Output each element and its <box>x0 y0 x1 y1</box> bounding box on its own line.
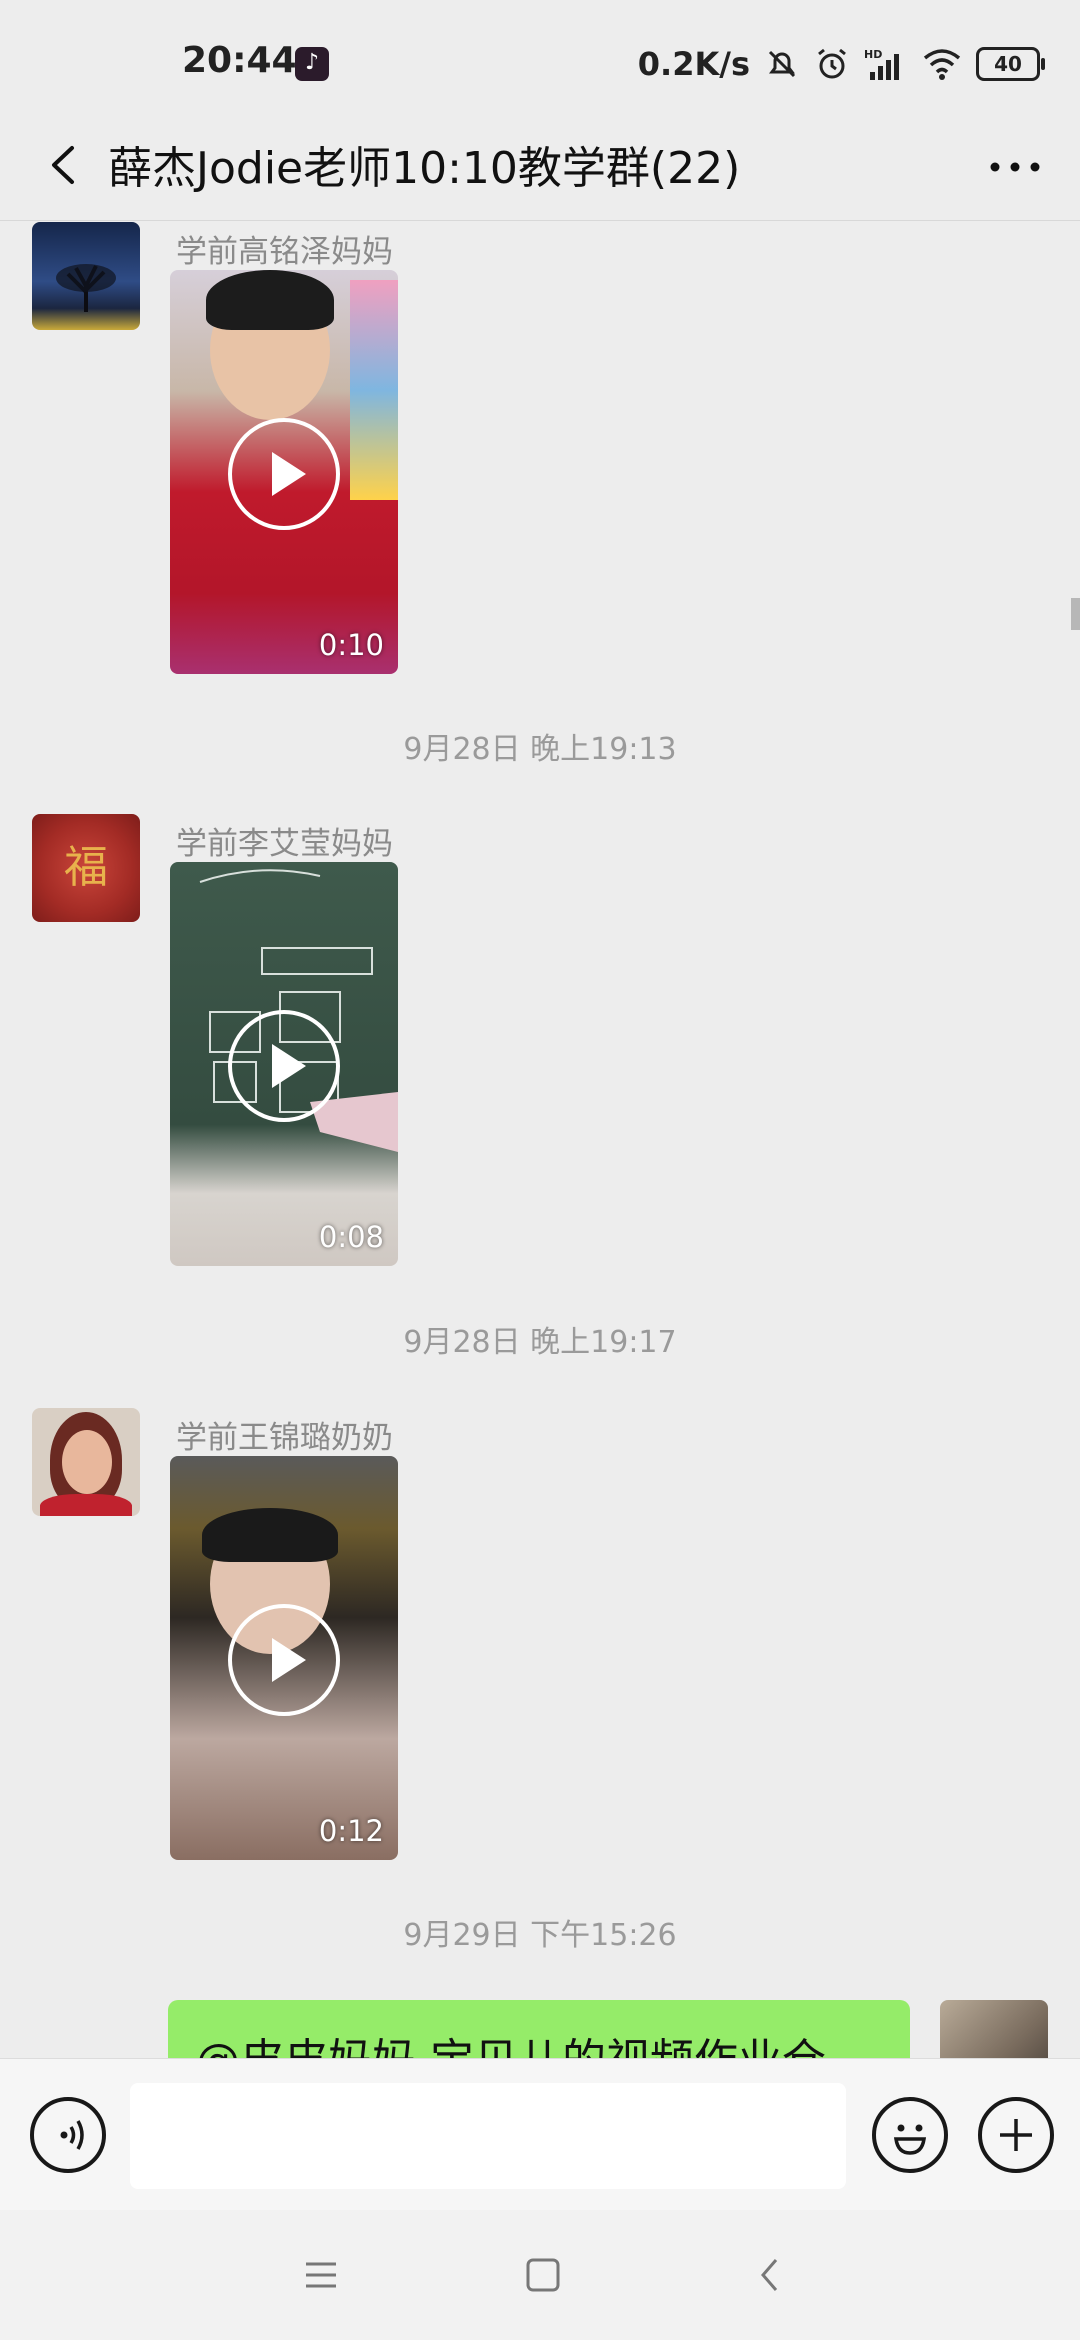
video-thumbnail[interactable]: 0:10 <box>170 270 398 674</box>
emoji-icon[interactable] <box>872 2097 948 2173</box>
avatar[interactable] <box>32 222 140 330</box>
svg-text:HD: HD <box>864 48 882 61</box>
timestamp: 9月29日 下午15:26 <box>403 1918 677 1953</box>
own-message-bubble[interactable]: @皮皮妈妈 宝贝儿的视频作业仓 <box>168 2000 910 2058</box>
video-duration: 0:12 <box>318 1814 384 1848</box>
home-icon[interactable] <box>518 2250 568 2300</box>
play-icon[interactable] <box>228 418 340 530</box>
avatar[interactable] <box>32 1408 140 1516</box>
status-time: 20:44 <box>182 40 297 81</box>
timestamp: 9月28日 晚上19:17 <box>403 1325 677 1360</box>
chat-header: 薛杰Jodie老师10:10教学群(22) <box>0 110 1080 221</box>
alarm-icon <box>818 48 846 79</box>
video-thumbnail[interactable]: 0:12 <box>170 1456 398 1860</box>
play-icon[interactable] <box>228 1604 340 1716</box>
chat-area[interactable]: 学前高铭泽妈妈 0:10 9月28日 晚上19:13 福 学前李艾莹妈妈 0:0… <box>0 220 1080 2058</box>
menu-icon[interactable] <box>296 2250 346 2300</box>
system-nav-bar <box>0 2210 1080 2340</box>
video-thumbnail[interactable]: 0:08 <box>170 862 398 1266</box>
video-duration: 0:10 <box>318 628 384 662</box>
sender-name: 学前李艾莹妈妈 <box>176 826 393 862</box>
message-input[interactable] <box>130 2083 846 2189</box>
tree-image <box>56 264 116 312</box>
back-icon[interactable] <box>746 2250 796 2300</box>
avatar[interactable]: 福 <box>32 814 140 922</box>
scrollbar-thumb[interactable] <box>1071 598 1080 630</box>
sender-name: 学前高铭泽妈妈 <box>176 234 393 270</box>
tiktok-icon: ♪ <box>295 47 329 81</box>
plus-icon[interactable] <box>978 2097 1054 2173</box>
message-text: @皮皮妈妈 宝贝儿的视频作业仓 <box>196 2024 826 2058</box>
battery-level: 40 <box>994 52 1022 76</box>
sender-name: 学前王锦璐奶奶 <box>176 1420 393 1456</box>
my-avatar[interactable] <box>940 2000 1048 2058</box>
video-duration: 0:08 <box>318 1220 384 1254</box>
timestamp: 9月28日 晚上19:13 <box>403 732 677 767</box>
more-dots-icon[interactable] <box>980 132 1050 202</box>
battery-icon: 40 <box>976 47 1045 81</box>
hd-signal-icon: HD <box>864 48 899 80</box>
network-speed: 0.2K/s <box>637 45 750 83</box>
status-right-group: 0.2K/s HD 40 <box>637 44 1045 84</box>
play-icon[interactable] <box>228 1010 340 1122</box>
back-chevron-icon[interactable] <box>30 130 100 200</box>
voice-icon[interactable] <box>30 2097 106 2173</box>
group-title: 薛杰Jodie老师10:10教学群(22) <box>108 143 741 194</box>
input-bar <box>0 2058 1080 2211</box>
wifi-icon <box>923 49 961 80</box>
mute-bell-icon <box>768 50 796 78</box>
